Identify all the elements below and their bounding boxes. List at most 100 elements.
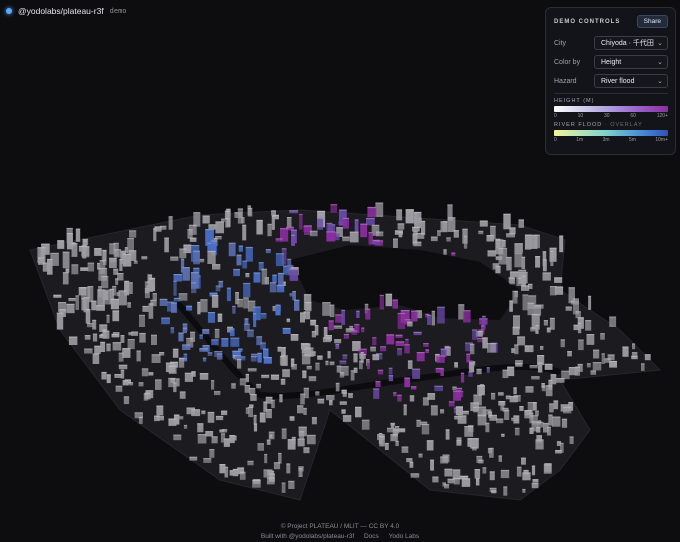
- building-roof: [304, 225, 312, 227]
- building: [280, 355, 288, 366]
- building: [329, 304, 335, 318]
- building-roof: [122, 253, 132, 255]
- building-roof: [509, 227, 516, 229]
- building-roof: [543, 422, 549, 425]
- building-roof: [440, 368, 444, 370]
- building-roof: [68, 298, 76, 300]
- building-roof: [219, 464, 226, 466]
- building-roof: [271, 215, 275, 217]
- building: [474, 469, 481, 479]
- building-roof: [252, 479, 261, 481]
- building-roof: [527, 302, 535, 304]
- building-roof: [143, 393, 149, 395]
- building: [306, 434, 316, 445]
- building-roof: [230, 328, 235, 330]
- building-roof: [491, 490, 497, 492]
- building-roof: [266, 439, 271, 441]
- building-roof: [238, 245, 243, 247]
- building-roof: [355, 406, 362, 408]
- building-roof: [395, 440, 399, 443]
- company-link[interactable]: Yodo Labs: [389, 533, 420, 540]
- building-roof: [277, 346, 282, 348]
- building: [593, 349, 600, 359]
- built-with-link[interactable]: Built with @yodolabs/plateau-r3f: [261, 533, 354, 540]
- building-roof: [306, 434, 316, 436]
- building: [404, 344, 410, 354]
- building-roof: [377, 369, 384, 371]
- building: [586, 334, 595, 345]
- building-roof: [109, 257, 117, 259]
- building-roof: [210, 240, 218, 242]
- building-roof: [400, 310, 410, 312]
- building: [229, 435, 235, 444]
- building: [422, 397, 429, 406]
- tick-label: 30: [603, 113, 610, 119]
- building-roof: [517, 336, 526, 338]
- building: [57, 240, 65, 249]
- building-roof: [388, 367, 393, 369]
- footer-links: Built with @yodolabs/plateau-r3f Docs Yo…: [0, 533, 680, 540]
- building-roof: [180, 258, 185, 260]
- building-roof: [120, 335, 125, 337]
- hazard-control: Hazard River flood ⌄: [554, 72, 668, 90]
- building: [291, 234, 295, 246]
- building-roof: [329, 361, 335, 363]
- building-roof: [326, 395, 335, 397]
- building-roof: [457, 415, 467, 417]
- share-button[interactable]: Share: [636, 15, 668, 28]
- building-roof: [237, 358, 242, 360]
- building-roof: [279, 394, 283, 396]
- repo-name[interactable]: @yodolabs/plateau-r3f: [18, 6, 104, 16]
- building-roof: [365, 308, 371, 310]
- color-by-select[interactable]: Height ⌄: [594, 55, 668, 69]
- building-roof: [165, 362, 175, 364]
- building-roof: [379, 294, 384, 296]
- building-roof: [183, 353, 188, 355]
- building-roof: [66, 227, 73, 230]
- height-legend-ticks: 0 10 30 60 120+: [554, 113, 668, 119]
- building: [253, 313, 257, 328]
- building-roof: [275, 304, 281, 306]
- building-roof: [289, 268, 298, 271]
- building-roof: [556, 441, 561, 443]
- building-roof: [533, 305, 542, 307]
- building-roof: [351, 330, 358, 332]
- building-roof: [151, 334, 157, 336]
- building-roof: [482, 337, 488, 339]
- building: [531, 465, 536, 476]
- docs-link[interactable]: Docs: [364, 533, 379, 540]
- building-roof: [388, 375, 394, 377]
- building: [440, 221, 448, 233]
- building-roof: [397, 394, 402, 396]
- building-roof: [555, 450, 562, 452]
- building-roof: [530, 327, 536, 329]
- building-roof: [118, 364, 128, 366]
- building-roof: [280, 228, 289, 230]
- building: [546, 426, 551, 436]
- building-roof: [303, 294, 312, 296]
- building-roof: [549, 317, 555, 319]
- city-select[interactable]: Chiyoda · 千代田 ⌄: [594, 36, 668, 50]
- building: [288, 480, 295, 489]
- building-roof: [523, 469, 529, 472]
- building-roof: [586, 363, 591, 365]
- building-roof: [522, 488, 526, 491]
- hazard-select[interactable]: River flood ⌄: [594, 74, 668, 88]
- building-roof: [189, 237, 197, 239]
- building-roof: [490, 225, 496, 227]
- building-roof: [264, 453, 268, 456]
- building: [359, 360, 363, 370]
- building-roof: [336, 227, 343, 229]
- color-by-select-value: Height: [601, 58, 622, 66]
- building: [353, 353, 358, 363]
- building-roof: [496, 418, 504, 420]
- building-roof: [179, 248, 187, 250]
- building-roof: [212, 264, 221, 266]
- building-roof: [440, 221, 448, 223]
- building-roof: [183, 244, 192, 246]
- building: [506, 256, 512, 271]
- building: [328, 320, 334, 331]
- building-roof: [291, 229, 297, 231]
- building-roof: [173, 414, 180, 416]
- building-roof: [191, 409, 201, 411]
